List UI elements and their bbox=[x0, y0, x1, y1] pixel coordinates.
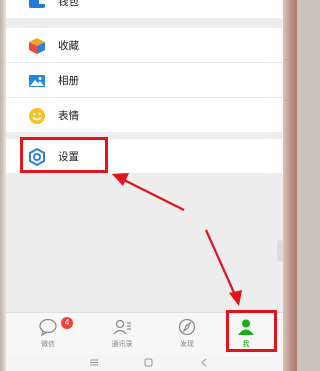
arrow-line-to-settings bbox=[123, 179, 185, 211]
arrow-line-to-me bbox=[204, 229, 237, 296]
annotation-arrows bbox=[112, 173, 242, 306]
arrowhead-settings bbox=[112, 173, 129, 186]
device-edge-right bbox=[283, 0, 297, 371]
phone-screen: 钱包 收藏 相册 表情 设置 微信 通讯录 发现 我 4 bbox=[6, 0, 283, 371]
arrowhead-me bbox=[229, 290, 242, 306]
